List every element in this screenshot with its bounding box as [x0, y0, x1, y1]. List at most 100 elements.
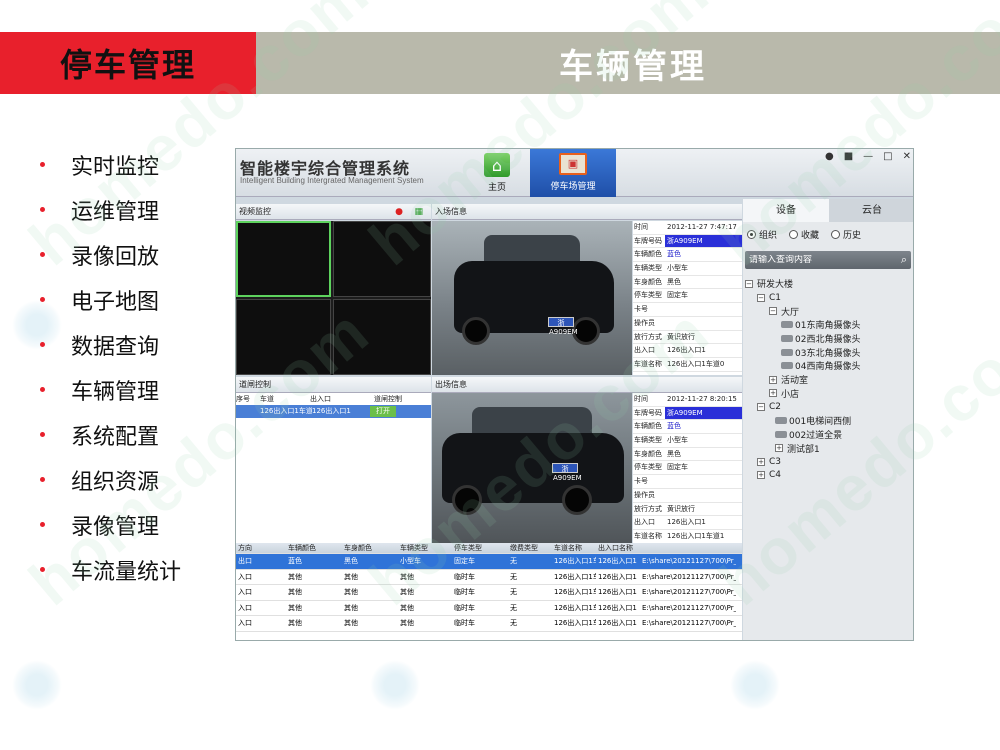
gate-table-row[interactable]: 126出入口1车道1 126出入口1 打开	[236, 405, 431, 418]
list-item: 录像管理	[40, 502, 181, 547]
tree-node[interactable]: 01东南角摄像头	[745, 318, 913, 332]
bullet-icon	[40, 477, 45, 482]
exit-info-list: 时间 2012-11-27 8:20:15 车牌号码 浙A909EM 车辆颜色 蓝色 …	[633, 393, 742, 544]
tree-node[interactable]: + C3	[745, 455, 913, 469]
bullet-icon	[40, 207, 45, 212]
list-item: 数据查询	[40, 322, 181, 367]
info-row: 停车类型 固定车	[633, 461, 742, 476]
collapse-icon[interactable]: −	[757, 293, 765, 302]
minimize-icon[interactable]: —	[863, 151, 873, 162]
entry-vehicle-photo: 浙A909EM	[432, 221, 632, 375]
camera-icon	[775, 430, 787, 438]
table-row[interactable]: 出口蓝色黑色小型车固定车无126出入口1车道1126出入口1E:\share\2…	[236, 554, 742, 570]
tree-node[interactable]: 001电梯间西侧	[745, 414, 913, 428]
tree-node[interactable]: + 小店	[745, 387, 913, 401]
entry-info-list: 时间 2012-11-27 7:47:17 车牌号码 浙A909EM 车辆颜色 蓝色 …	[633, 221, 742, 375]
slide-title: 车辆管理	[559, 46, 707, 87]
info-row: 车牌号码 浙A909EM	[633, 406, 742, 421]
info-row: 停车类型 固定车	[633, 289, 742, 304]
tree-node[interactable]: 04西南角摄像头	[745, 359, 913, 373]
device-search-input[interactable]	[749, 255, 879, 265]
watermark-flower-icon	[730, 660, 780, 710]
close-icon[interactable]: ✕	[903, 151, 911, 162]
camera-icon	[781, 362, 793, 370]
info-row: 操作员	[633, 489, 742, 503]
tree-node[interactable]: + 测试部1	[745, 441, 913, 455]
tree-node[interactable]: − 研发大楼	[745, 277, 913, 291]
expand-icon[interactable]: +	[769, 375, 777, 384]
bullet-icon	[40, 567, 45, 572]
tree-node[interactable]: 03东北角摄像头	[745, 345, 913, 359]
table-row[interactable]: 入口其他其他其他临时车无126出入口1车道1126出入口1E:\share\20…	[236, 585, 742, 601]
license-plate: 浙A909EM	[548, 317, 578, 336]
entry-panel-header: 入场信息	[432, 204, 742, 220]
expand-icon[interactable]: +	[757, 457, 765, 466]
expand-icon[interactable]: +	[769, 389, 777, 398]
expand-icon[interactable]: +	[757, 471, 765, 480]
view-mode-radios: 组织 收藏 历史	[743, 222, 913, 247]
video-panel-header: 视频监控 ● ▦	[236, 204, 431, 220]
exit-panel-header: 出场信息	[432, 377, 742, 393]
video-cell[interactable]	[333, 221, 431, 297]
tree-node[interactable]: 002过道全景	[745, 428, 913, 442]
info-row: 出入口 126出入口1	[633, 344, 742, 358]
exit-panel-title: 出场信息	[435, 380, 467, 389]
radio-history[interactable]: 历史	[831, 228, 861, 241]
grid-layout-icon[interactable]: ▦	[414, 204, 423, 220]
video-cell[interactable]	[236, 299, 331, 375]
info-row: 放行方式 黄识放行	[633, 331, 742, 345]
open-gate-button[interactable]: 打开	[370, 406, 396, 417]
gate-panel-title: 道闸控制	[239, 380, 271, 389]
app-window: 智能楼宇综合管理系统 Intelligent Building Intergra…	[235, 148, 914, 641]
video-cell[interactable]	[236, 221, 331, 297]
tree-node[interactable]: + C4	[745, 469, 913, 483]
tab-devices[interactable]: 设备	[743, 199, 829, 222]
lock-icon[interactable]: ■	[844, 151, 853, 162]
info-row: 时间 2012-11-27 7:47:17	[633, 221, 742, 235]
radio-organization[interactable]: 组织	[747, 228, 777, 241]
list-item: 车辆管理	[40, 367, 181, 412]
table-row[interactable]: 入口其他其他其他临时车无126出入口1车道1126出入口1E:\share\20…	[236, 601, 742, 616]
collapse-icon[interactable]: −	[769, 307, 777, 316]
record-icon[interactable]: ●	[395, 204, 403, 220]
info-row: 车辆类型 小型车	[633, 434, 742, 448]
collapse-icon[interactable]: −	[757, 403, 765, 412]
maximize-icon[interactable]: □	[883, 151, 892, 162]
nav-home-button[interactable]: ⌂ 主页	[472, 151, 522, 195]
nav-parking-label: 停车场管理	[550, 182, 596, 192]
info-row: 车辆颜色 蓝色	[633, 248, 742, 263]
search-icon[interactable]: ⌕	[901, 253, 907, 267]
info-row: 卡号	[633, 303, 742, 317]
bullet-icon	[40, 162, 45, 167]
car-wheel	[452, 485, 482, 515]
info-row: 车牌号码 浙A909EM	[633, 234, 742, 249]
table-row[interactable]: 入口其他其他其他临时车无126出入口1车道1126出入口1E:\share\20…	[236, 570, 742, 585]
tree-node[interactable]: − C2	[745, 400, 913, 414]
gate-control-panel: 序号 车道 出入口 道闸控制 126出入口1车道1 126出入口1 打开	[236, 393, 431, 543]
camera-icon	[781, 321, 793, 329]
tree-node[interactable]: − 大厅	[745, 304, 913, 318]
radio-icon	[789, 230, 799, 239]
tree-node[interactable]: + 活动室	[745, 373, 913, 387]
radio-favorites[interactable]: 收藏	[789, 228, 819, 241]
nav-parking-button[interactable]: ▣ 停车场管理	[530, 149, 616, 197]
radio-icon	[831, 230, 841, 239]
window-controls: ● ■ — □ ✕	[825, 151, 911, 162]
info-row: 车道名称 126出入口1车道0	[633, 358, 742, 372]
tab-ptz[interactable]: 云台	[829, 199, 913, 222]
expand-icon[interactable]: +	[775, 444, 783, 453]
table-header: 方向 车辆颜色 车身颜色 车辆类型 停车类型 缴费类型 车道名称 出入口名称	[236, 543, 742, 554]
tree-node[interactable]: − C1	[745, 291, 913, 305]
parking-icon: ▣	[559, 153, 587, 175]
collapse-icon[interactable]: −	[745, 279, 753, 288]
entry-panel-title: 入场信息	[435, 207, 467, 216]
list-item: 车流量统计	[40, 547, 181, 592]
tree-node[interactable]: 02西北角摄像头	[745, 332, 913, 346]
bullet-icon	[40, 432, 45, 437]
radio-icon	[747, 230, 756, 239]
user-icon[interactable]: ●	[825, 151, 834, 162]
list-item: 运维管理	[40, 187, 181, 232]
records-table: 方向 车辆颜色 车身颜色 车辆类型 停车类型 缴费类型 车道名称 出入口名称 出…	[236, 543, 742, 640]
video-cell[interactable]	[333, 299, 431, 375]
table-row[interactable]: 入口其他其他其他临时车无126出入口1车道1126出入口1E:\share\20…	[236, 616, 742, 632]
